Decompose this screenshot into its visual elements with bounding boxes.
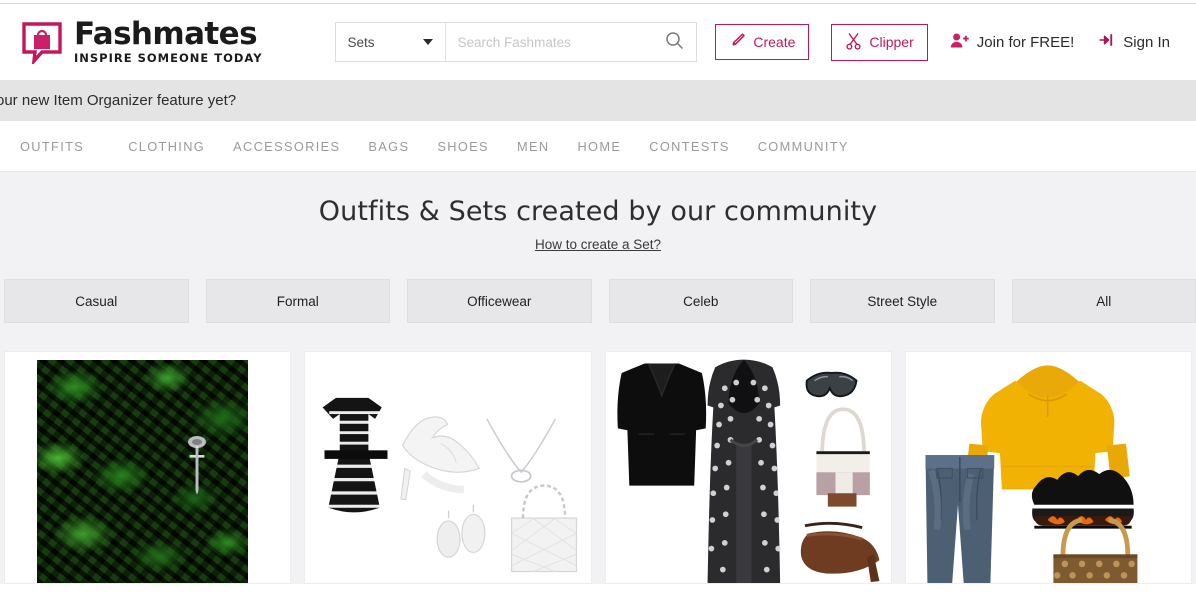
sign-in-arrow-icon	[1098, 32, 1115, 52]
set-card[interactable]	[904, 351, 1192, 584]
search-submit-button[interactable]	[663, 31, 686, 53]
search-category-select[interactable]: Sets	[335, 23, 446, 61]
nav-item-shoes[interactable]: SHOES	[423, 139, 503, 154]
brand-name: Fashmates	[74, 16, 258, 53]
clipper-label: Clipper	[869, 34, 914, 50]
join-free-label: Join for FREE!	[976, 33, 1075, 51]
chevron-down-icon	[422, 39, 433, 45]
nav-item-contests[interactable]: CONTESTS	[635, 139, 743, 154]
patterned-maxi-dress	[707, 359, 781, 583]
set-card-image	[5, 352, 290, 583]
earrings	[436, 504, 486, 558]
filter-formal[interactable]: Formal	[205, 279, 390, 323]
create-button[interactable]: Create	[715, 24, 810, 60]
filter-officewear[interactable]: Officewear	[407, 279, 592, 323]
brown-heeled-sandal	[800, 521, 879, 583]
hero-section: Outfits & Sets created by our community …	[0, 172, 1196, 342]
speech-bubble-shopping-bag-icon	[20, 20, 64, 67]
main-nav: OUTFITS CLOTHING ACCESSORIES BAGS SHOES …	[0, 121, 1196, 172]
striped-dress	[318, 397, 395, 513]
sign-in-label: Sign In	[1123, 33, 1170, 51]
nav-item-community[interactable]: COMMUNITY	[744, 139, 863, 154]
monogram-tote-bag	[1053, 517, 1138, 583]
join-free-link[interactable]: Join for FREE!	[950, 32, 1075, 53]
how-to-create-set-link[interactable]: How to create a Set?	[535, 237, 661, 252]
brand-logo[interactable]: Fashmates INSPIRE SOMEONE TODAY	[20, 16, 263, 67]
set-card-image	[905, 352, 1191, 583]
search-bar: Sets	[334, 22, 697, 62]
clipper-button[interactable]: Clipper	[831, 23, 928, 61]
set-card-image	[305, 352, 591, 583]
set-card-grid	[0, 342, 1196, 584]
set-card-image	[605, 352, 891, 583]
create-label: Create	[753, 34, 796, 50]
filter-bar: Casual Formal Officewear Celeb Street St…	[0, 279, 1196, 323]
search-input[interactable]	[457, 34, 663, 50]
nav-item-clothing[interactable]: CLOTHING	[114, 139, 219, 154]
promo-text: our new Item Organizer feature yet?	[0, 92, 237, 109]
quilted-tote-bag	[511, 484, 578, 573]
user-add-icon	[950, 32, 969, 53]
site-header: Fashmates INSPIRE SOMEONE TODAY Sets Sea…	[0, 4, 1196, 80]
set-card[interactable]	[304, 351, 592, 584]
white-heel	[400, 416, 481, 501]
colorblock-handbag	[815, 407, 870, 507]
header-actions: Create Clipper Join for FREE! Sign In	[715, 23, 1180, 61]
search-category-value: Sets	[347, 34, 375, 50]
filter-all[interactable]: All	[1011, 279, 1196, 323]
sign-in-link[interactable]: Sign In	[1098, 32, 1170, 52]
sunglasses	[805, 371, 858, 398]
nav-item-accessories[interactable]: ACCESSORIES	[219, 139, 354, 154]
filter-casual[interactable]: Casual	[4, 279, 189, 323]
nav-item-home[interactable]: HOME	[563, 139, 635, 154]
scissors-icon	[845, 32, 862, 53]
nav-item-bags[interactable]: BAGS	[354, 139, 423, 154]
promo-banner[interactable]: our new Item Organizer feature yet?	[0, 80, 1196, 121]
page-root: Fashmates INSPIRE SOMEONE TODAY Sets Sea…	[0, 0, 1196, 602]
necklace	[486, 418, 557, 483]
set-card[interactable]	[4, 351, 292, 584]
filter-celeb[interactable]: Celeb	[608, 279, 793, 323]
paintbrush-icon	[729, 32, 746, 52]
nav-item-outfits[interactable]: OUTFITS	[20, 139, 114, 154]
page-title: Outfits & Sets created by our community	[318, 196, 878, 227]
brand-tagline: INSPIRE SOMEONE TODAY	[74, 51, 263, 66]
set-card[interactable]	[604, 351, 892, 584]
nav-item-men[interactable]: MEN	[503, 139, 564, 154]
green-abstract-artwork	[37, 360, 249, 583]
flame-sneaker	[1031, 469, 1134, 529]
blue-jeans	[925, 455, 994, 583]
filter-street-style[interactable]: Street Style	[810, 279, 995, 323]
search-icon	[665, 31, 684, 53]
cross-pendant-icon	[187, 436, 206, 495]
search-input-wrap	[446, 23, 696, 61]
black-blazer	[616, 363, 706, 486]
